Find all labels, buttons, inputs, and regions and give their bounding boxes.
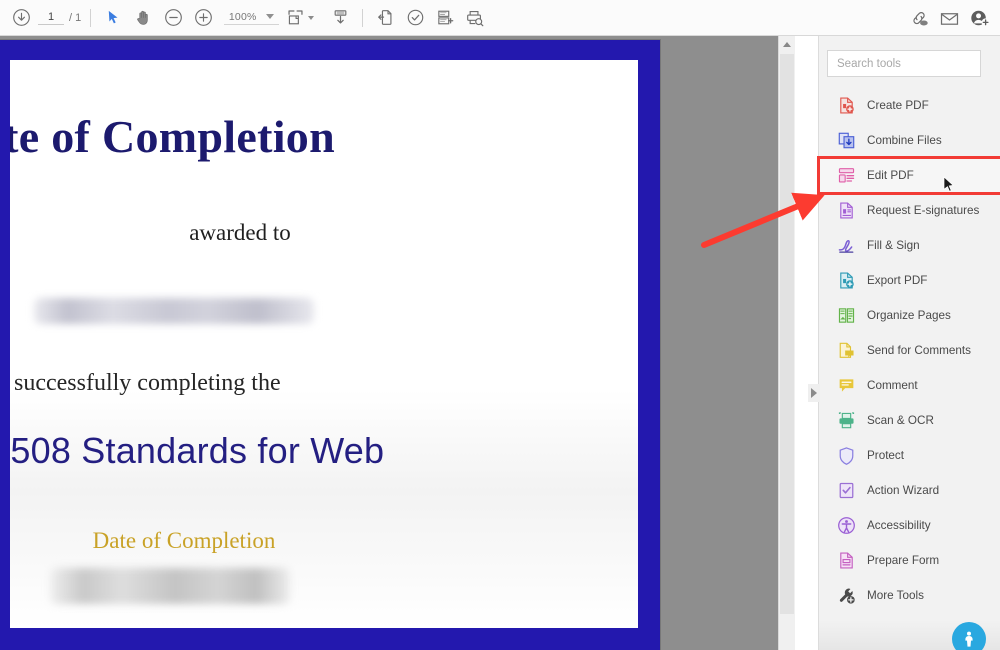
help-person-icon	[965, 631, 973, 647]
search-tools-input[interactable]: Search tools	[827, 50, 981, 77]
page-separator: /	[69, 11, 73, 24]
toolbar-right-group	[904, 0, 994, 36]
request-esignatures-icon	[836, 201, 856, 221]
select-tool-icon[interactable]	[98, 3, 128, 33]
completion-date-redacted	[50, 568, 290, 604]
top-toolbar: 1 / 1 100%	[0, 0, 1000, 36]
mouse-cursor	[943, 176, 954, 192]
tool-item-export-pdf[interactable]: Export PDF	[819, 263, 1000, 298]
tool-label: More Tools	[867, 589, 924, 602]
tool-label: Accessibility	[867, 519, 931, 532]
tool-label: Protect	[867, 449, 905, 462]
tool-item-request-esignatures[interactable]: Request E-signatures	[819, 193, 1000, 228]
zoom-out-icon[interactable]	[158, 3, 188, 33]
print-preview-icon[interactable]	[460, 3, 490, 33]
toolbar-left-group: 1 / 1 100%	[0, 0, 490, 36]
comment-icon	[836, 376, 856, 396]
add-user-icon[interactable]	[964, 3, 994, 33]
recipient-name-redacted	[34, 298, 314, 324]
chevron-down-icon[interactable]	[266, 14, 275, 19]
chevron-up-icon	[783, 42, 791, 47]
document-viewport[interactable]: icate of Completion awarded to or succes…	[0, 36, 795, 650]
tool-label: Prepare Form	[867, 554, 940, 567]
certificate-awarded-to-label: awarded to	[189, 220, 291, 245]
fill-and-sign-icon	[836, 236, 856, 256]
tool-label: Fill & Sign	[867, 239, 920, 252]
scroll-up-button[interactable]	[779, 36, 795, 53]
certificate-course-title: n 508 Standards for Web	[10, 430, 385, 471]
action-wizard-icon	[836, 481, 856, 501]
send-for-comments-icon	[836, 341, 856, 361]
document-scrollbar[interactable]	[778, 36, 795, 650]
sign-check-icon[interactable]	[400, 3, 430, 33]
scan-and-ocr-icon	[836, 411, 856, 431]
create-pdf-icon	[836, 96, 856, 116]
export-pdf-icon	[836, 271, 856, 291]
tool-label: Action Wizard	[867, 484, 940, 497]
toolbar-divider-1	[90, 8, 92, 27]
fit-page-icon[interactable]	[281, 3, 319, 33]
certificate-content: icate of Completion awarded to or succes…	[10, 60, 638, 628]
tool-label: Combine Files	[867, 134, 942, 147]
tool-item-prepare-form[interactable]: Prepare Form	[819, 543, 1000, 578]
certificate-title: icate of Completion	[10, 111, 335, 162]
annotation-arrow	[701, 192, 825, 248]
tool-item-fill-and-sign[interactable]: Fill & Sign	[819, 228, 1000, 263]
tool-item-organize-pages[interactable]: Organize Pages	[819, 298, 1000, 333]
tool-item-protect[interactable]: Protect	[819, 438, 1000, 473]
zoom-level-value: 100%	[228, 10, 257, 23]
page-total: 1	[75, 11, 82, 24]
tool-item-edit-pdf[interactable]: Edit PDF	[817, 156, 1000, 195]
protect-icon	[836, 446, 856, 466]
organize-pages-icon	[836, 306, 856, 326]
panel-expander-button[interactable]	[808, 384, 820, 402]
scroll-mode-icon[interactable]	[325, 3, 355, 33]
acrobat-window: 1 / 1 100% e of Completion awarded to or…	[0, 0, 1000, 650]
scrollbar-thumb[interactable]	[780, 54, 794, 614]
chevron-down-icon[interactable]	[308, 15, 315, 20]
more-tools-icon	[836, 586, 856, 606]
extract-pages-icon[interactable]	[430, 3, 460, 33]
tool-label: Send for Comments	[867, 344, 971, 357]
tool-item-send-for-comments[interactable]: Send for Comments	[819, 333, 1000, 368]
tool-item-comment[interactable]: Comment	[819, 368, 1000, 403]
email-icon[interactable]	[934, 3, 964, 33]
chevron-right-icon	[811, 388, 817, 398]
tools-list: Create PDF Combine Files Edit PDF Reques…	[817, 88, 1000, 613]
help-badge[interactable]	[952, 622, 986, 650]
tool-label: Edit PDF	[867, 169, 914, 182]
tool-item-accessibility[interactable]: Accessibility	[819, 508, 1000, 543]
tool-item-scan-and-ocr[interactable]: Scan & OCR	[819, 403, 1000, 438]
tools-panel: Search tools Create PDF Combine Files Ed…	[817, 36, 1000, 650]
tool-label: Organize Pages	[867, 309, 951, 322]
hand-tool-icon[interactable]	[128, 3, 158, 33]
page-number-input[interactable]: 1	[38, 11, 64, 25]
tool-label: Comment	[867, 379, 918, 392]
zoom-in-icon[interactable]	[188, 3, 218, 33]
edit-pdf-icon	[836, 166, 856, 186]
download-icon[interactable]	[6, 3, 36, 33]
tool-label: Create PDF	[867, 99, 929, 112]
tool-item-create-pdf[interactable]: Create PDF	[819, 88, 1000, 123]
prepare-form-icon	[836, 551, 856, 571]
accessibility-icon	[836, 516, 856, 536]
certificate-completion-text: or successfully completing the	[10, 370, 281, 396]
tool-item-combine-files[interactable]: Combine Files	[819, 123, 1000, 158]
print-icon[interactable]	[370, 3, 400, 33]
zoom-level-dropdown[interactable]: 100%	[224, 10, 280, 25]
tool-item-more-tools[interactable]: More Tools	[819, 578, 1000, 613]
toolbar-divider-2	[362, 8, 364, 27]
tool-label: Scan & OCR	[867, 414, 934, 427]
page-navigation[interactable]: 1 / 1	[38, 11, 81, 25]
pdf-page: icate of Completion awarded to or succes…	[0, 40, 660, 650]
tool-item-action-wizard[interactable]: Action Wizard	[819, 473, 1000, 508]
tool-label: Export PDF	[867, 274, 928, 287]
combine-files-icon	[836, 131, 856, 151]
share-link-icon[interactable]	[904, 3, 934, 33]
certificate-date-label: Date of Completion	[92, 528, 276, 553]
tool-label: Request E-signatures	[867, 204, 980, 217]
